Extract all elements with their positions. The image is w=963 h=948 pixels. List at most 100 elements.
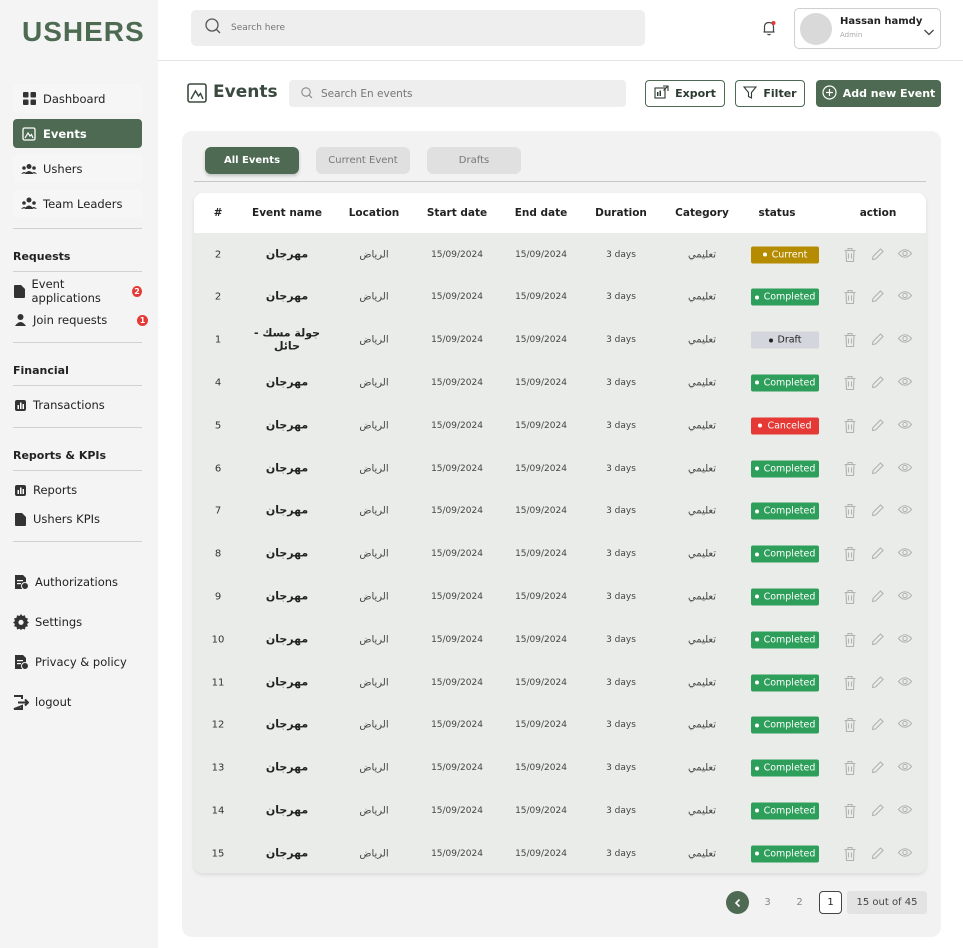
trash-icon[interactable] — [844, 761, 859, 776]
table-row[interactable]: 9 مهرجان الرياض 15/09/2024 15/09/2024 3 days ت… — [194, 575, 926, 618]
status-badge: Completed — [751, 460, 819, 477]
trash-icon[interactable] — [844, 333, 859, 348]
end-date: 15/09/2024 — [515, 506, 567, 517]
eye-icon[interactable] — [897, 547, 913, 562]
table-row[interactable]: 13 مهرجان الرياض 15/09/2024 15/09/2024 3 days… — [194, 747, 926, 790]
trash-icon[interactable] — [844, 803, 859, 818]
pagination-page[interactable]: 3 — [756, 891, 779, 914]
table-row[interactable]: 15 مهرجان الرياض 15/09/2024 15/09/2024 3 days… — [194, 832, 926, 873]
start-date: 15/09/2024 — [431, 335, 483, 346]
trash-icon[interactable] — [844, 504, 859, 519]
eye-icon[interactable] — [897, 718, 913, 733]
pagination-page[interactable]: 2 — [788, 891, 811, 914]
sidebar-item-join-requests[interactable]: Join requests 1 — [13, 309, 148, 331]
export-button[interactable]: Export — [645, 80, 725, 107]
table-row[interactable]: 10 مهرجان الرياض 15/09/2024 15/09/2024 3 days… — [194, 618, 926, 661]
sidebar-item-event-applications[interactable]: Event applications 2 — [13, 277, 142, 305]
table-row[interactable]: 11 مهرجان الرياض 15/09/2024 15/09/2024 3 days… — [194, 661, 926, 704]
trash-icon[interactable] — [844, 375, 859, 390]
table-row[interactable]: 8 مهرجان الرياض 15/09/2024 15/09/2024 3 days ت… — [194, 533, 926, 576]
add-event-button[interactable]: Add new Event — [816, 80, 941, 107]
sidebar-item-dashboard[interactable]: Dashboard — [13, 84, 142, 113]
edit-icon[interactable] — [871, 632, 886, 647]
row-number: 10 — [211, 634, 225, 646]
pagination-page-current[interactable]: 1 — [819, 891, 842, 914]
edit-icon[interactable] — [871, 761, 886, 776]
trash-icon[interactable] — [844, 718, 859, 733]
eye-icon[interactable] — [897, 761, 913, 776]
edit-icon[interactable] — [871, 418, 886, 433]
table-row[interactable]: 2 مهرجان الرياض 15/09/2024 15/09/2024 3 days ت… — [194, 276, 926, 319]
edit-icon[interactable] — [871, 247, 886, 262]
trash-icon[interactable] — [844, 461, 859, 476]
eye-icon[interactable] — [897, 247, 913, 262]
event-location: الرياض — [359, 377, 389, 389]
sidebar-item-logout[interactable]: logout — [13, 691, 142, 713]
sidebar-item-transactions[interactable]: Transactions — [13, 394, 142, 416]
filter-icon — [743, 85, 758, 102]
sidebar-item-events[interactable]: Events — [13, 119, 142, 148]
trash-icon[interactable] — [844, 632, 859, 647]
edit-icon[interactable] — [871, 589, 886, 604]
trash-icon[interactable] — [844, 589, 859, 604]
tab-current-event[interactable]: Current Event — [316, 147, 410, 174]
eye-icon[interactable] — [897, 461, 913, 476]
search-input[interactable] — [231, 23, 611, 33]
sidebar-item-team-leaders[interactable]: Team Leaders — [13, 189, 142, 218]
edit-icon[interactable] — [871, 504, 886, 519]
edit-icon[interactable] — [871, 290, 886, 305]
eye-icon[interactable] — [897, 333, 913, 348]
eye-icon[interactable] — [897, 846, 913, 861]
edit-icon[interactable] — [871, 375, 886, 390]
image-icon — [187, 83, 207, 103]
trash-icon[interactable] — [844, 247, 859, 262]
app-logo: USHERS — [22, 16, 145, 47]
event-location: الرياض — [359, 291, 389, 303]
tab-drafts[interactable]: Drafts — [427, 147, 521, 174]
pagination-prev-button[interactable] — [726, 891, 749, 914]
edit-icon[interactable] — [871, 846, 886, 861]
tab-all-events[interactable]: All Events — [205, 147, 299, 174]
eye-icon[interactable] — [897, 632, 913, 647]
status-badge: Draft — [751, 331, 819, 349]
table-row[interactable]: 2 مهرجان الرياض 15/09/2024 15/09/2024 3 days ت… — [194, 233, 926, 276]
edit-icon[interactable] — [871, 547, 886, 562]
filter-button[interactable]: Filter — [735, 80, 805, 107]
sidebar-item-privacy[interactable]: Privacy & policy — [13, 651, 142, 673]
table-row[interactable]: 12 مهرجان الرياض 15/09/2024 15/09/2024 3 days… — [194, 704, 926, 747]
table-row[interactable]: 6 مهرجان الرياض 15/09/2024 15/09/2024 3 days ت… — [194, 447, 926, 490]
sidebar-item-reports[interactable]: Reports — [13, 479, 142, 501]
table-row[interactable]: 1 جولة مسك - حائل الرياض 15/09/2024 15/09/20… — [194, 319, 926, 362]
eye-icon[interactable] — [897, 290, 913, 305]
edit-icon[interactable] — [871, 333, 886, 348]
status-badge: Completed — [751, 759, 819, 777]
eye-icon[interactable] — [897, 504, 913, 519]
trash-icon[interactable] — [844, 290, 859, 305]
sidebar-item-authorizations[interactable]: Authorizations — [13, 571, 142, 593]
row-number: 8 — [214, 548, 222, 560]
notification-bell-icon[interactable] — [760, 19, 778, 37]
table-row[interactable]: 4 مهرجان الرياض 15/09/2024 15/09/2024 3 days ت… — [194, 361, 926, 404]
trash-icon[interactable] — [844, 418, 859, 433]
eye-icon[interactable] — [897, 589, 913, 604]
sidebar-item-ushers-kpis[interactable]: Ushers KPIs — [13, 508, 142, 530]
status-dot — [768, 338, 773, 343]
eye-icon[interactable] — [897, 803, 913, 818]
trash-icon[interactable] — [844, 675, 859, 690]
eye-icon[interactable] — [897, 375, 913, 390]
table-row[interactable]: 14 مهرجان الرياض 15/09/2024 15/09/2024 3 days… — [194, 789, 926, 832]
table-row[interactable]: 5 مهرجان الرياض 15/09/2024 15/09/2024 3 days ت… — [194, 404, 926, 447]
eye-icon[interactable] — [897, 675, 913, 690]
user-menu[interactable]: Hassan hamdy Admin — [794, 8, 941, 49]
eye-icon[interactable] — [897, 418, 913, 433]
edit-icon[interactable] — [871, 461, 886, 476]
sidebar-item-settings[interactable]: Settings — [13, 611, 142, 633]
edit-icon[interactable] — [871, 803, 886, 818]
sidebar-item-ushers[interactable]: Ushers — [13, 154, 142, 183]
trash-icon[interactable] — [844, 547, 859, 562]
edit-icon[interactable] — [871, 718, 886, 733]
edit-icon[interactable] — [871, 675, 886, 690]
trash-icon[interactable] — [844, 846, 859, 861]
events-search-input[interactable] — [321, 87, 611, 100]
table-row[interactable]: 7 مهرجان الرياض 15/09/2024 15/09/2024 3 days ت… — [194, 490, 926, 533]
